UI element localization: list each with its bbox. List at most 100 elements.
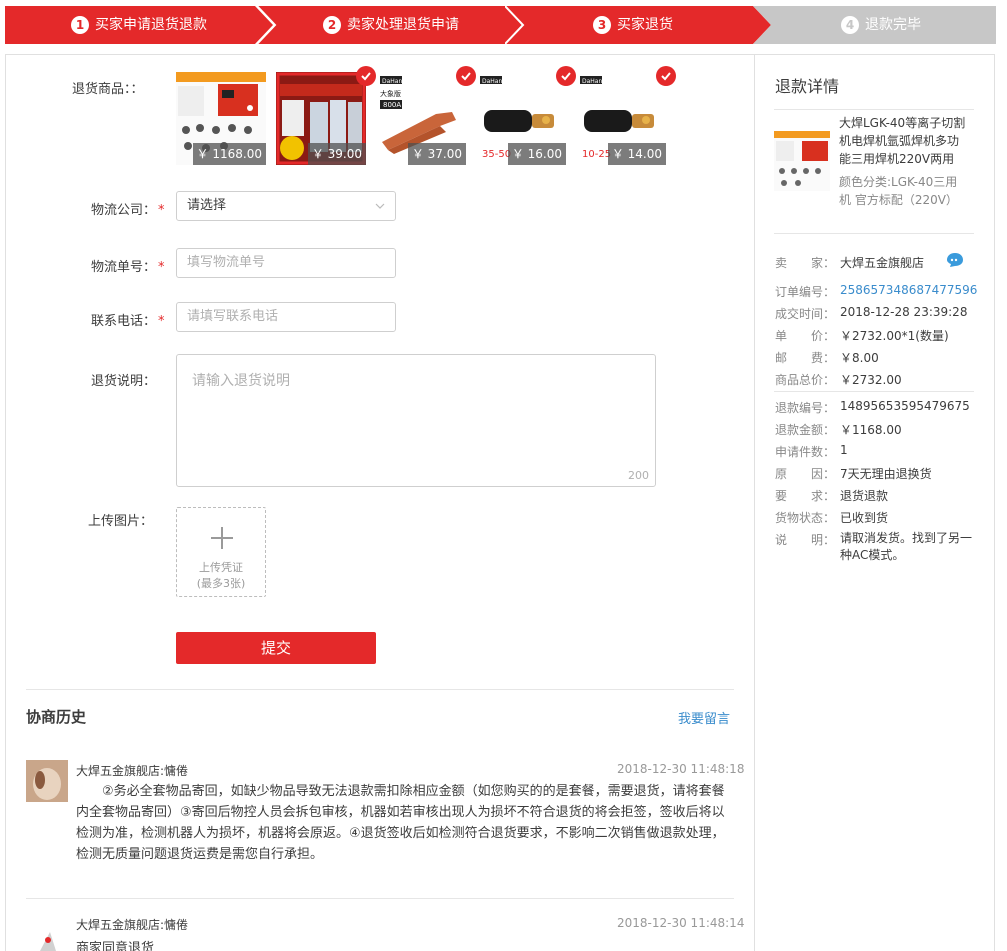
refund-value: 退货退款 [840, 489, 889, 503]
product-price: ￥ 16.00 [507, 143, 566, 165]
step-2-label: 卖家处理退货申请 [347, 17, 459, 33]
product-brand: DaHan [482, 78, 502, 85]
phone-label-text: 联系电话： [91, 314, 157, 329]
tracking-number-input[interactable]: 填写物流单号 [176, 248, 396, 278]
refund-value: 已收到货 [840, 511, 889, 525]
product-price: ￥ 37.00 [407, 143, 466, 165]
message-body: 商家同意退货 [76, 941, 155, 951]
message-author: 大焊五金旗舰店:慵倦 [76, 764, 189, 778]
order-key: 订单编号： [775, 285, 836, 299]
step-1: 1 买家申请退货退款 [5, 6, 273, 44]
chevron-down-icon [375, 203, 385, 209]
leave-message-link[interactable]: 我要留言 [678, 708, 730, 727]
note-placeholder: 请输入退货说明 [192, 373, 290, 389]
selected-check-icon [656, 66, 676, 86]
refund-key: 货物状态： [775, 511, 836, 525]
tracking-label: 物流单号： * [91, 256, 165, 275]
divider [774, 233, 974, 234]
step-4-label: 退款完毕 [865, 17, 921, 33]
refund-key: 申请件数： [775, 445, 836, 459]
step-1-number: 1 [71, 16, 89, 34]
step-2: 2 卖家处理退货申请 [257, 6, 523, 44]
phone-placeholder: 请填写联系电话 [187, 309, 279, 324]
divider [26, 689, 734, 690]
tracking-label-text: 物流单号： [91, 260, 157, 275]
upload-limit-text: (最多3张) [196, 577, 246, 590]
product-price: ￥ 39.00 [307, 143, 366, 165]
refund-value: 7天无理由退换货 [840, 467, 932, 481]
logistics-company-select[interactable]: 请选择 [176, 191, 396, 221]
product-thumb-2[interactable]: ￥ 39.00 [276, 72, 366, 165]
required-mark: * [158, 314, 165, 329]
phone-label: 联系电话： * [91, 310, 165, 329]
avatar [26, 918, 68, 951]
refund-note: 请取消发货。找到了另一种AC模式。 [840, 531, 973, 562]
product-price: ￥ 14.00 [607, 143, 666, 165]
order-value: ￥8.00 [840, 351, 879, 365]
item-title-link[interactable]: 大焊LGK-40等离子切割机电焊机氩弧焊机多功能三用焊机220V两用 [839, 114, 969, 168]
product-brand: DaHan [382, 78, 402, 85]
refund-value: 14895653595479675 [840, 399, 970, 413]
step-4-number: 4 [841, 16, 859, 34]
phone-input[interactable]: 请填写联系电话 [176, 302, 396, 332]
order-key: 商品总价： [775, 373, 836, 387]
logistics-label-text: 物流公司： [91, 203, 157, 218]
selected-check-icon [456, 66, 476, 86]
seller-key: 卖 家： [775, 256, 836, 270]
progress-steps: 1 买家申请退货退款 2 卖家处理退货申请 3 买家退货 4 退款完毕 [5, 6, 996, 44]
order-key: 成交时间： [775, 307, 836, 321]
order-key: 邮 费： [775, 351, 836, 365]
order-value: 2018-12-28 23:39:28 [840, 305, 968, 319]
seller-name[interactable]: 大焊五金旗舰店 [840, 254, 924, 271]
message-body: ②务必全套物品寄回，如缺少物品导致无法退款需扣除相应金额（如您购买的的是套餐，需… [76, 784, 725, 862]
step-2-number: 2 [323, 16, 341, 34]
selected-check-icon [356, 66, 376, 86]
message-author: 大焊五金旗舰店:慵倦 [76, 918, 189, 932]
product-thumb-5[interactable]: DaHan 10-25 ￥ 14.00 [576, 72, 666, 165]
refund-value: ￥1168.00 [840, 423, 902, 437]
divider [26, 898, 734, 899]
product-thumb-1[interactable]: ￥ 1168.00 [176, 72, 266, 165]
note-label: 退货说明： [91, 374, 157, 389]
order-value: ￥2732.00 [840, 373, 902, 387]
return-note-textarea[interactable]: 请输入退货说明 200 [176, 354, 656, 487]
refund-key: 要 求： [775, 489, 836, 503]
step-3-label: 买家退货 [617, 17, 673, 33]
step-1-label: 买家申请退货退款 [95, 17, 207, 33]
upload-proof-button[interactable]: 上传凭证 (最多3张) [176, 507, 266, 597]
logistics-label: 物流公司： * [91, 199, 165, 218]
required-mark: * [158, 260, 165, 275]
refund-key: 退款金额： [775, 423, 836, 437]
divider [774, 109, 974, 110]
refund-details-title: 退款详情 [775, 77, 840, 96]
history-title: 协商历史 [26, 708, 87, 726]
item-spec: 颜色分类:LGK-40三用机 官方标配（220V） [839, 175, 958, 207]
required-mark: * [158, 203, 165, 218]
plus-icon [211, 527, 233, 549]
item-thumbnail[interactable] [774, 131, 830, 191]
step-3-number: 3 [593, 16, 611, 34]
chat-icon[interactable] [946, 252, 964, 268]
product-brand: DaHan [582, 78, 602, 85]
product-thumb-3[interactable]: DaHan 大象版 800A ￥ 37.00 [376, 72, 466, 165]
refund-value: 1 [840, 443, 848, 457]
divider [774, 391, 974, 392]
order-number-link[interactable]: 258657348687477596 [840, 283, 977, 297]
selected-check-icon [556, 66, 576, 86]
order-value: ￥2732.00*1(数量) [840, 329, 949, 343]
upload-label: 上传图片： [88, 514, 154, 529]
product-price: ￥ 1168.00 [192, 143, 266, 165]
logistics-select-value: 请选择 [187, 198, 227, 213]
submit-button[interactable]: 提交 [176, 632, 376, 664]
note-key: 说 明： [775, 533, 836, 547]
char-count: 200 [628, 469, 649, 482]
avatar [26, 760, 68, 802]
step-3: 3 买家退货 [505, 6, 771, 44]
product-thumb-4[interactable]: DaHan 35-50 ￥ 16.00 [476, 72, 566, 165]
step-4: 4 退款完毕 [753, 6, 996, 44]
refund-key: 原 因： [775, 467, 836, 481]
tracking-placeholder: 填写物流单号 [187, 255, 266, 270]
refund-key: 退款编号： [775, 401, 836, 415]
products-label: 退货商品：： [72, 82, 144, 97]
product-spec: 35-50 [482, 149, 511, 160]
